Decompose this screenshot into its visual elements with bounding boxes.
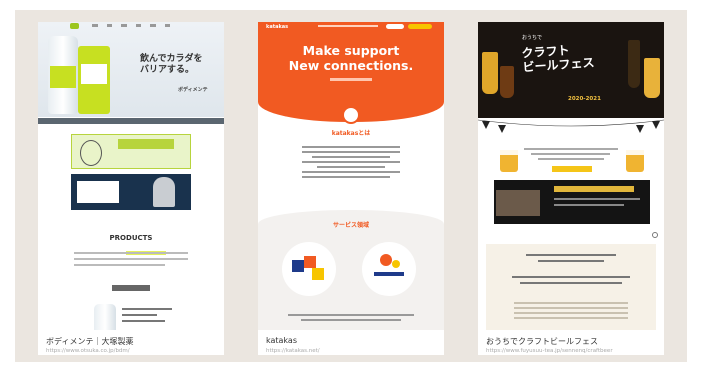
cta-button xyxy=(552,166,592,172)
product-image xyxy=(94,304,116,330)
service-illustration xyxy=(362,242,416,296)
beer-glass-image xyxy=(644,58,660,98)
feature-banner xyxy=(71,174,191,210)
info-box xyxy=(486,244,656,330)
card-url[interactable]: https://www.fuyusuu-tea.jp/sennenq/craft… xyxy=(486,348,613,354)
site-nav xyxy=(318,25,378,27)
site-thumbnail[interactable]: katakas Make support New connections. ka… xyxy=(258,22,444,330)
event-year: 2020-2021 xyxy=(568,96,601,102)
scroll-circle-icon xyxy=(652,232,658,238)
product-bottle-image xyxy=(48,36,78,114)
about-text xyxy=(302,146,400,181)
card-caption[interactable]: katakas xyxy=(266,336,297,345)
card-url[interactable]: https://katakas.net/ xyxy=(266,348,320,354)
site-thumbnail[interactable]: 飲んでカラダを バリアする。 ボディメンテ PRODUCTS xyxy=(38,22,224,330)
service-illustration xyxy=(282,242,336,296)
service-title: サービス領域 xyxy=(332,222,369,229)
beer-glass-image xyxy=(500,66,514,98)
gallery-frame: 飲んでカラダを バリアする。 ボディメンテ PRODUCTS ボディメンテ｜大塚… xyxy=(15,10,687,362)
gallery-card-bodymaint[interactable]: 飲んでカラダを バリアする。 ボディメンテ PRODUCTS ボディメンテ｜大塚… xyxy=(38,22,224,355)
beer-glass-image xyxy=(482,52,498,94)
card-caption[interactable]: ボディメンテ｜大塚製薬 xyxy=(46,336,133,347)
beer-mug-icon xyxy=(626,150,644,172)
beer-mug-icon xyxy=(500,150,518,172)
hero-kicker: おうちで xyxy=(522,35,543,41)
service-text xyxy=(288,314,414,324)
event-banner xyxy=(494,180,650,224)
card-caption[interactable]: おうちでクラフトビールフェス xyxy=(486,336,598,347)
card-url[interactable]: https://www.otsuka.co.jp/bdm/ xyxy=(46,348,130,354)
hero-title: クラフト ビールフェス xyxy=(521,43,595,75)
gallery-card-katakas[interactable]: katakas Make support New connections. ka… xyxy=(258,22,444,355)
info-strip xyxy=(38,118,224,124)
product-text xyxy=(122,308,172,326)
hero-subtext xyxy=(330,78,372,81)
intro-text xyxy=(524,148,618,163)
gallery-card-craftbeer[interactable]: おうちで クラフト ビールフェス 2020-2021 おうちでクラフトビールフェ… xyxy=(478,22,664,355)
site-logo: katakas xyxy=(266,24,289,30)
site-thumbnail[interactable]: おうちで クラフト ビールフェス 2020-2021 xyxy=(478,22,664,330)
katakas-emblem-icon xyxy=(342,106,360,124)
section-title: PRODUCTS xyxy=(109,234,153,242)
text-placeholder xyxy=(74,252,188,270)
site-nav xyxy=(38,22,224,31)
hero-tagline: 飲んでカラダを バリアする。 xyxy=(140,54,203,75)
nav-pill-cta xyxy=(408,24,432,29)
nav-pill xyxy=(386,24,404,29)
about-title: katakasとは xyxy=(331,130,371,137)
more-button xyxy=(112,285,150,291)
hero-headline: Make support New connections. xyxy=(288,43,414,73)
hero-brand: ボディメンテ xyxy=(178,87,208,93)
product-pouch-image xyxy=(78,46,110,114)
campaign-banner xyxy=(71,134,191,169)
beer-bottle-image xyxy=(628,40,640,88)
